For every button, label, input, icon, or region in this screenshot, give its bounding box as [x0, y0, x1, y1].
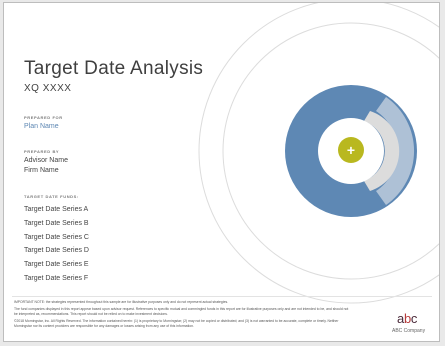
plan-name: Plan Name [24, 123, 59, 130]
footer-divider [12, 296, 432, 297]
prepared-for-label: PREPARED FOR [24, 115, 63, 120]
fund-item: Target Date Series D [24, 247, 89, 255]
logo-letter-a: a [397, 311, 404, 326]
fund-item: Target Date Series A [24, 206, 89, 213]
report-subtitle: XQ XXXX [24, 83, 72, 94]
logo-letter-c: c [410, 311, 418, 326]
disclaimer-fund-companies: The fund companies displayed in this rep… [14, 307, 349, 316]
company-logo: abc [397, 312, 425, 326]
logo-letter-b: b [403, 311, 411, 326]
disclaimer-copyright: ©2018 Morningstar, Inc. All Rights Reser… [14, 318, 339, 328]
fund-list: Target Date Series A Target Date Series … [24, 206, 89, 289]
advisor-name: Advisor Name [24, 157, 68, 164]
report-cover-page: + Target Date Analysis XQ XXXX PREPARED … [3, 2, 440, 342]
center-plus-icon: + [347, 142, 355, 158]
fund-item: Target Date Series F [24, 274, 89, 282]
firm-name: Firm Name [24, 167, 59, 174]
disclaimer-important-note: IMPORTANT NOTE: the strategies represent… [14, 300, 229, 304]
disclaimer: IMPORTANT NOTE: the strategies represent… [14, 300, 351, 331]
target-date-funds-label: TARGET DATE FUNDS: [24, 194, 79, 199]
fund-item: Target Date Series B [24, 219, 89, 227]
company-name: ABC Company [392, 328, 426, 334]
prepared-by-label: PREPARED BY [24, 149, 60, 154]
fund-item: Target Date Series C [24, 233, 89, 241]
report-title: Target Date Analysis [24, 58, 204, 79]
target-rings-graphic: + [198, 3, 439, 304]
fund-item: Target Date Series E [24, 261, 89, 269]
